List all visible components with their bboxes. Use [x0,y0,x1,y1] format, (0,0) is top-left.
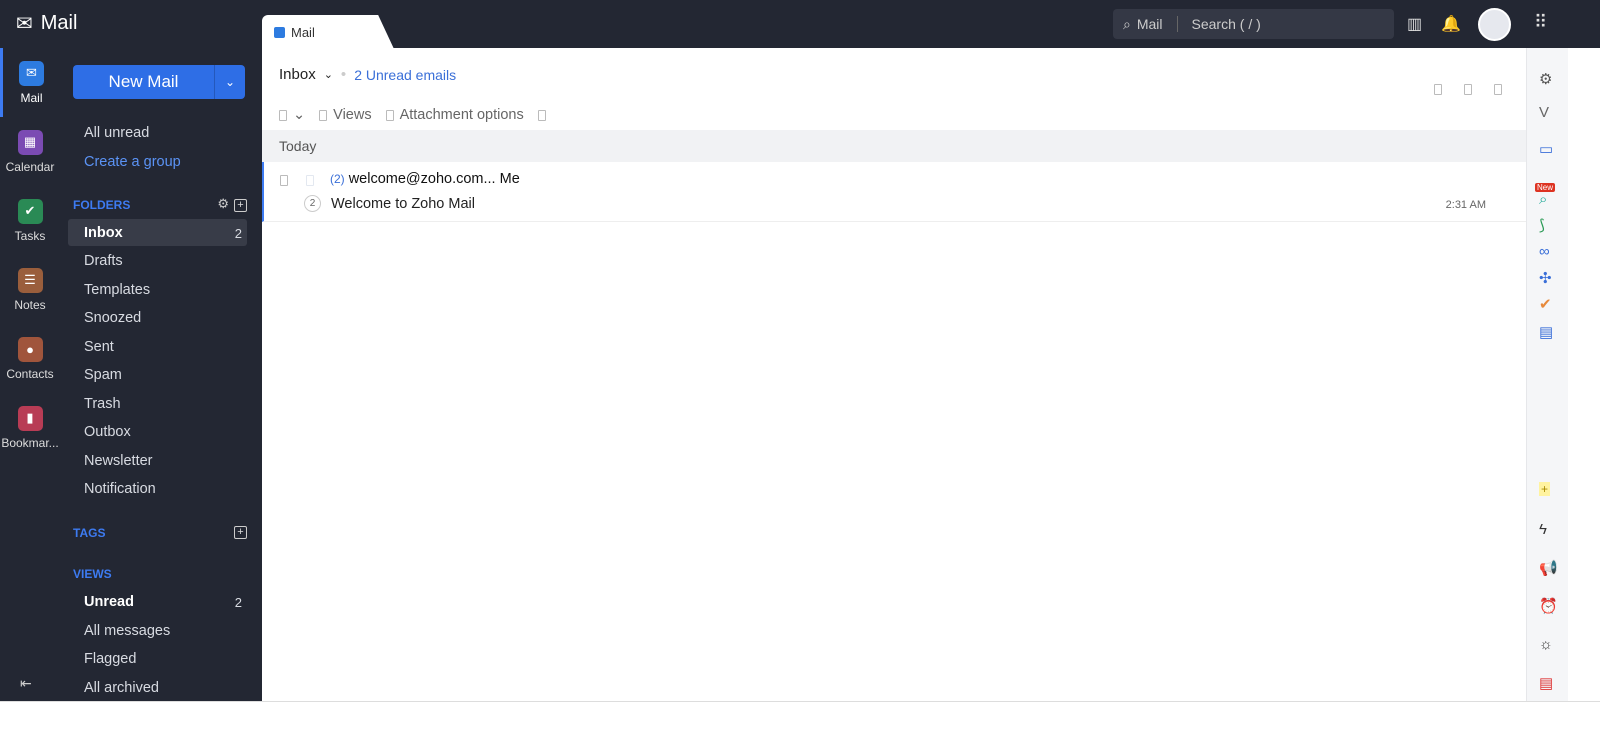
folder-dropdown[interactable]: Inbox [279,66,316,83]
email-sender: welcome@zoho.com... Me [348,171,520,187]
folder-trash[interactable]: Trash [84,391,121,417]
mail-logo-icon: ✉ [16,13,33,35]
select-all-checkbox[interactable]: ⌄ [279,107,305,123]
check-icon: ✔ [17,198,43,224]
right-toolbar: ⚙ V ▭ New ⌕ ⟆ ∞ ✣ ✔ ▤ + ϟ 📢 ⏰ ☼ ▤ [1526,48,1568,701]
gear-icon[interactable]: ⚙ [217,196,229,212]
app-rail: ✉ Mail ▦ Calendar ✔ Tasks ☰ Notes ● Contacts … [0,48,60,462]
chevron-down-icon[interactable]: ⌄ [324,68,333,81]
create-group-link[interactable]: Create a group [84,149,181,175]
thread-count-badge: 2 [304,195,321,212]
wallet-icon[interactable]: ▭ [1539,140,1553,158]
rail-contacts[interactable]: ● Contacts [0,324,60,393]
search-input[interactable]: ⌕ Mail Search ( / ) [1113,9,1394,39]
folder-outbox[interactable]: Outbox [84,419,131,445]
top-bar: ✉ Mail Mail ⌕ Mail Search ( / ) ▥ 🔔 ⠿ [0,0,1600,49]
folder-drafts[interactable]: Drafts [84,248,123,274]
new-mail-button[interactable]: New Mail ⌄ [73,65,245,99]
rail-notes[interactable]: ☰ Notes [0,255,60,324]
unread-filter-link[interactable]: 2 Unread emails [354,67,456,83]
search-scope[interactable]: Mail [1137,16,1163,32]
collapse-icon[interactable]: ⇤ [20,675,32,692]
folder-templates[interactable]: Templates [84,277,150,303]
avatar[interactable] [1478,8,1511,41]
rail-mail[interactable]: ✉ Mail [0,48,60,117]
mail-icon: ✉ [19,60,44,86]
folder-inbox[interactable]: Inbox [84,220,123,246]
toolbar-icon[interactable] [1434,84,1442,95]
app-logo[interactable]: ✉ Mail [16,11,77,36]
calendar-icon: ▦ [17,129,43,155]
view-all-archived[interactable]: All archived [84,675,159,701]
email-row[interactable]: (2) welcome@zoho.com... Me 2 Welcome to Z… [262,162,1526,222]
lightning-icon[interactable]: ϟ [1539,521,1547,538]
views-button[interactable]: Views [319,107,372,123]
folder-snoozed[interactable]: Snoozed [84,305,141,331]
mail-icon [274,26,285,38]
mail-list: Inbox ⌄ • 2 Unread emails ⌄ Views Attachmen… [262,48,1526,701]
email-time: 2:31 AM [1445,199,1486,211]
vani-icon[interactable]: V [1539,104,1549,121]
rail-calendar[interactable]: ▦ Calendar [0,117,60,186]
rail-tasks[interactable]: ✔ Tasks [0,186,60,255]
chat-icon[interactable]: ▤ [1539,674,1553,692]
add-folder-icon[interactable]: + [234,199,247,212]
puzzle-icon[interactable]: ✣ [1539,269,1552,287]
sign-icon[interactable]: ⟆ [1539,216,1545,234]
theme-toggle-icon[interactable]: ☼ [1539,636,1553,653]
folder-notification[interactable]: Notification [84,476,156,502]
megaphone-icon[interactable]: 📢 [1539,559,1558,577]
add-note-icon[interactable]: + [1539,482,1551,496]
tab-mail[interactable]: Mail [262,15,394,49]
settings-icon[interactable]: ⚙ [1539,70,1552,88]
integration-icon[interactable]: ⌕ [1539,191,1547,208]
email-subject: Welcome to Zoho Mail [331,195,475,212]
alarm-icon[interactable]: ⏰ [1539,597,1558,615]
view-all-messages[interactable]: All messages [84,618,170,644]
link-icon[interactable]: ∞ [1539,243,1550,260]
more-icon[interactable] [537,109,546,121]
row-checkbox[interactable] [280,175,288,186]
toolbar-icon[interactable] [1464,84,1472,95]
bookmark-icon: ▮ [17,405,43,431]
flag-icon[interactable] [306,175,314,186]
layout-icon[interactable]: ▥ [1407,14,1422,34]
view-flagged[interactable]: Flagged [84,646,136,672]
rail-bookmarks[interactable]: ▮ Bookmar... [0,393,60,462]
contact-icon: ● [17,336,43,362]
bell-icon[interactable]: 🔔 [1441,14,1461,34]
folder-sent[interactable]: Sent [84,334,114,360]
notes-icon: ☰ [17,267,43,293]
attachment-options-button[interactable]: Attachment options [385,107,524,123]
chevron-down-icon[interactable]: ⌄ [215,65,245,99]
checkmark-icon[interactable]: ✔ [1539,295,1552,313]
folder-spam[interactable]: Spam [84,362,122,388]
group-header: Today [262,130,1526,162]
apps-grid-icon[interactable]: ⠿ [1534,12,1547,33]
folder-newsletter[interactable]: Newsletter [84,448,153,474]
toolbar-icon[interactable] [1494,84,1502,95]
view-unread[interactable]: Unread [84,589,134,615]
add-tag-icon[interactable]: + [234,526,247,539]
folder-panel: New Mail ⌄ All unread Create a group FOLD… [60,48,262,701]
folder-chart-icon[interactable]: ▤ [1539,323,1553,341]
search-icon: ⌕ [1123,15,1131,32]
all-unread-link[interactable]: All unread [84,120,149,146]
